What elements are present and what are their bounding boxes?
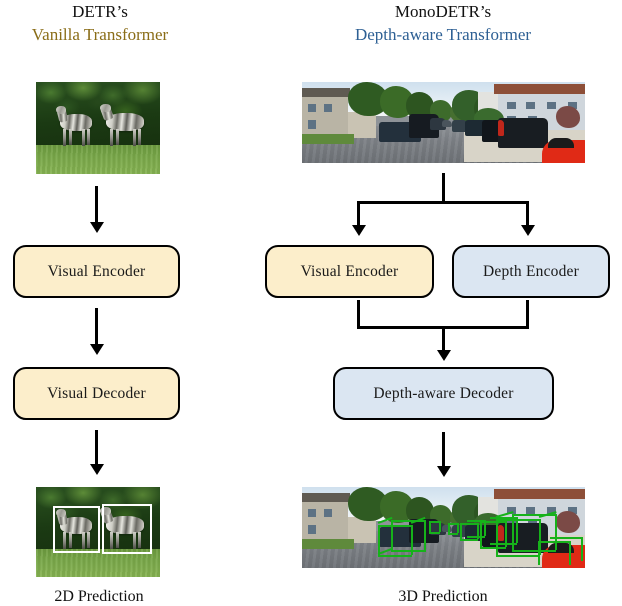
right-arrow-out-head: [436, 466, 451, 477]
right-caption: 3D Prediction: [398, 588, 488, 605]
left-arrow-2-head: [89, 344, 104, 355]
zebra-left: [56, 106, 96, 148]
right-merge-stem: [442, 326, 445, 352]
architecture-comparison-figure: DETR’s Vanilla Transformer MonoDETR’s De…: [0, 0, 622, 606]
left-input-image: [36, 82, 160, 174]
left-heading-line1: DETR’s: [72, 2, 128, 21]
roof-right: [494, 489, 585, 499]
detection-box-3d: [429, 521, 443, 534]
car-red-window: [548, 138, 574, 148]
left-caption: 2D Prediction: [54, 588, 144, 605]
right-merge-head: [436, 350, 451, 361]
left-output-image: [36, 487, 160, 577]
right-heading-line1: MonoDETR’s: [394, 2, 492, 21]
right-block-depth-aware-decoder-label: Depth-aware Decoder: [373, 384, 514, 402]
right-arrow-out-shaft: [442, 432, 445, 468]
detection-box-3d: [538, 537, 584, 567]
right-output-image: [302, 487, 585, 568]
car-van: [498, 118, 548, 148]
right-block-visual-encoder[interactable]: Visual Encoder: [265, 245, 434, 298]
tree-red: [556, 106, 580, 128]
right-merge-right-shaft: [526, 300, 529, 328]
detection-box-2d: [53, 506, 100, 553]
right-fork-left-head: [351, 225, 366, 236]
right-fork-right-head: [520, 225, 535, 236]
right-block-depth-encoder[interactable]: Depth Encoder: [452, 245, 610, 298]
roof-left: [302, 88, 350, 97]
detection-box-3d: [377, 516, 426, 557]
right-block-depth-aware-decoder[interactable]: Depth-aware Decoder: [333, 367, 554, 420]
left-arrow-2-shaft: [95, 308, 98, 346]
left-arrow-1-shaft: [95, 186, 98, 224]
left-block-visual-decoder[interactable]: Visual Decoder: [13, 367, 180, 420]
detection-box-2d: [102, 504, 152, 554]
right-fork-stem: [442, 173, 445, 203]
house-left: [302, 94, 348, 138]
left-block-visual-encoder[interactable]: Visual Encoder: [13, 245, 180, 298]
right-block-depth-encoder-label: Depth Encoder: [483, 262, 579, 280]
right-merge-left-shaft: [357, 300, 360, 328]
left-arrow-3-shaft: [95, 430, 98, 466]
left-heading-line2: Vanilla Transformer: [31, 25, 169, 44]
left-arrow-1-head: [89, 222, 104, 233]
right-fork-right-shaft: [526, 201, 529, 227]
house-left: [302, 499, 348, 543]
grass-foreground: [36, 145, 160, 174]
right-block-visual-encoder-label: Visual Encoder: [300, 262, 399, 280]
roof-left: [302, 493, 350, 502]
car-taillight: [498, 120, 504, 136]
right-fork-bar: [357, 201, 529, 204]
zebra-right: [99, 104, 148, 148]
detection-box-3d: [448, 523, 460, 535]
tree-red: [556, 511, 580, 533]
roof-right: [494, 84, 585, 94]
left-arrow-3-head: [89, 464, 104, 475]
right-heading-line2: Depth-aware Transformer: [354, 25, 532, 44]
right-fork-left-shaft: [357, 201, 360, 227]
right-input-image: [302, 82, 585, 163]
left-block-visual-decoder-label: Visual Decoder: [47, 384, 146, 402]
left-block-visual-encoder-label: Visual Encoder: [47, 262, 146, 280]
car-far: [442, 120, 452, 127]
